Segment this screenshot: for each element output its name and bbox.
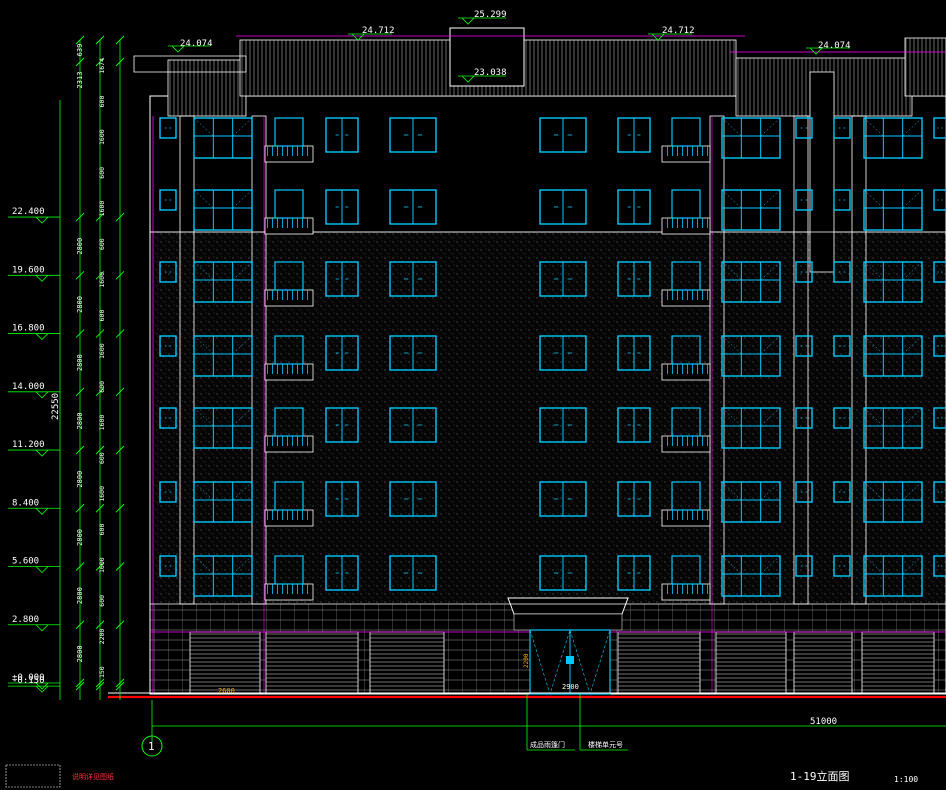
balcony-railing [267,146,311,156]
top-level-text: 24.712 [662,26,695,36]
level-label: -0.150 [12,676,45,686]
segment-dim: 1600 [98,486,106,502]
balcony-railing [267,218,311,228]
segment-dim: 1600 [98,415,106,431]
segment-dim: 600 [98,381,106,393]
level-label: 11.200 [12,440,45,450]
segment-dim: 600 [98,452,106,464]
balcony-railing [664,510,708,520]
top-level-text: 24.712 [362,26,395,36]
bottom-note: 说明详见图纸 [72,772,114,781]
segment-dim: 600 [98,167,106,179]
balcony-railing [664,290,708,300]
segment-dim: 1600 [98,557,106,573]
level-label: 2.800 [12,615,39,625]
floor-height-dim: 2800 [76,296,84,313]
balcony-railing [267,584,311,594]
balcony-railing [664,218,708,228]
segment-dim: 1600 [98,272,106,288]
entrance-dim-text: 2200 [523,653,530,668]
segment-dim: 600 [98,595,106,607]
floor-height-dim: 2800 [76,471,84,488]
top-level-text: 24.074 [818,41,851,51]
stucco-wall [150,232,946,604]
segment-dim: 600 [98,238,106,250]
balcony-railing [664,436,708,446]
callout-unit-no: 楼梯单元号 [588,740,623,749]
overall-width-text: 51000 [810,717,837,727]
level-label: 8.400 [12,498,39,508]
callout-canopy: 成品雨篷门 [530,740,565,749]
roof-height-dim: 2313 [76,72,84,89]
balcony-railing [267,290,311,300]
level-label: 19.600 [12,265,45,275]
floor-height-dim: 2800 [76,238,84,255]
balcony-railing [664,146,708,156]
level-label: 16.800 [12,324,45,334]
balcony-railing [664,364,708,374]
axis-bubble-text: 1 [148,740,155,753]
level-label: 14.000 [12,382,45,392]
segment-dim: 2200 [98,629,106,645]
balcony-railing [267,436,311,446]
floor-height-dim: 2800 [76,354,84,371]
segment-dim: 600 [98,524,106,536]
level-label: 22.400 [12,207,45,217]
drawing-scale: 1:100 [894,775,918,784]
floor-height-dim: 2800 [76,645,84,662]
floor-height-dim: 2800 [76,412,84,429]
balcony-railing [664,584,708,594]
drawing-title: 1-19立面图 [790,769,850,783]
top-level-text: 23.038 [474,68,507,78]
segment-dim: 1600 [98,129,106,145]
level-label: 5.600 [12,557,39,567]
segment-dim: 600 [98,96,106,108]
top-level-text: 25.299 [474,10,507,20]
roof-height-dim: 639 [76,44,84,57]
segment-dim: 150 [98,666,106,678]
door-width-text: 2900 [562,683,579,691]
far-right-roof [904,37,946,97]
total-height-text: 22550 [51,393,61,420]
chimney-shaft [809,71,835,273]
balcony-railing [267,364,311,374]
segment-dim: 600 [98,310,106,322]
segment-dim: 1600 [98,343,106,359]
floor-height-dim: 2800 [76,587,84,604]
left-roof [167,59,247,117]
shop-dim-text: 2600 [218,687,235,695]
elevation-drawing: 2800 2800 2800 2800 2800 2800 2800 2800 2313 639 1… [0,0,946,790]
balcony-railing [267,510,311,520]
top-level-text: 24.074 [180,39,213,49]
floor-height-dim: 2800 [76,529,84,546]
segment-dim: 1674 [98,58,106,74]
segment-dim: 1600 [98,201,106,217]
